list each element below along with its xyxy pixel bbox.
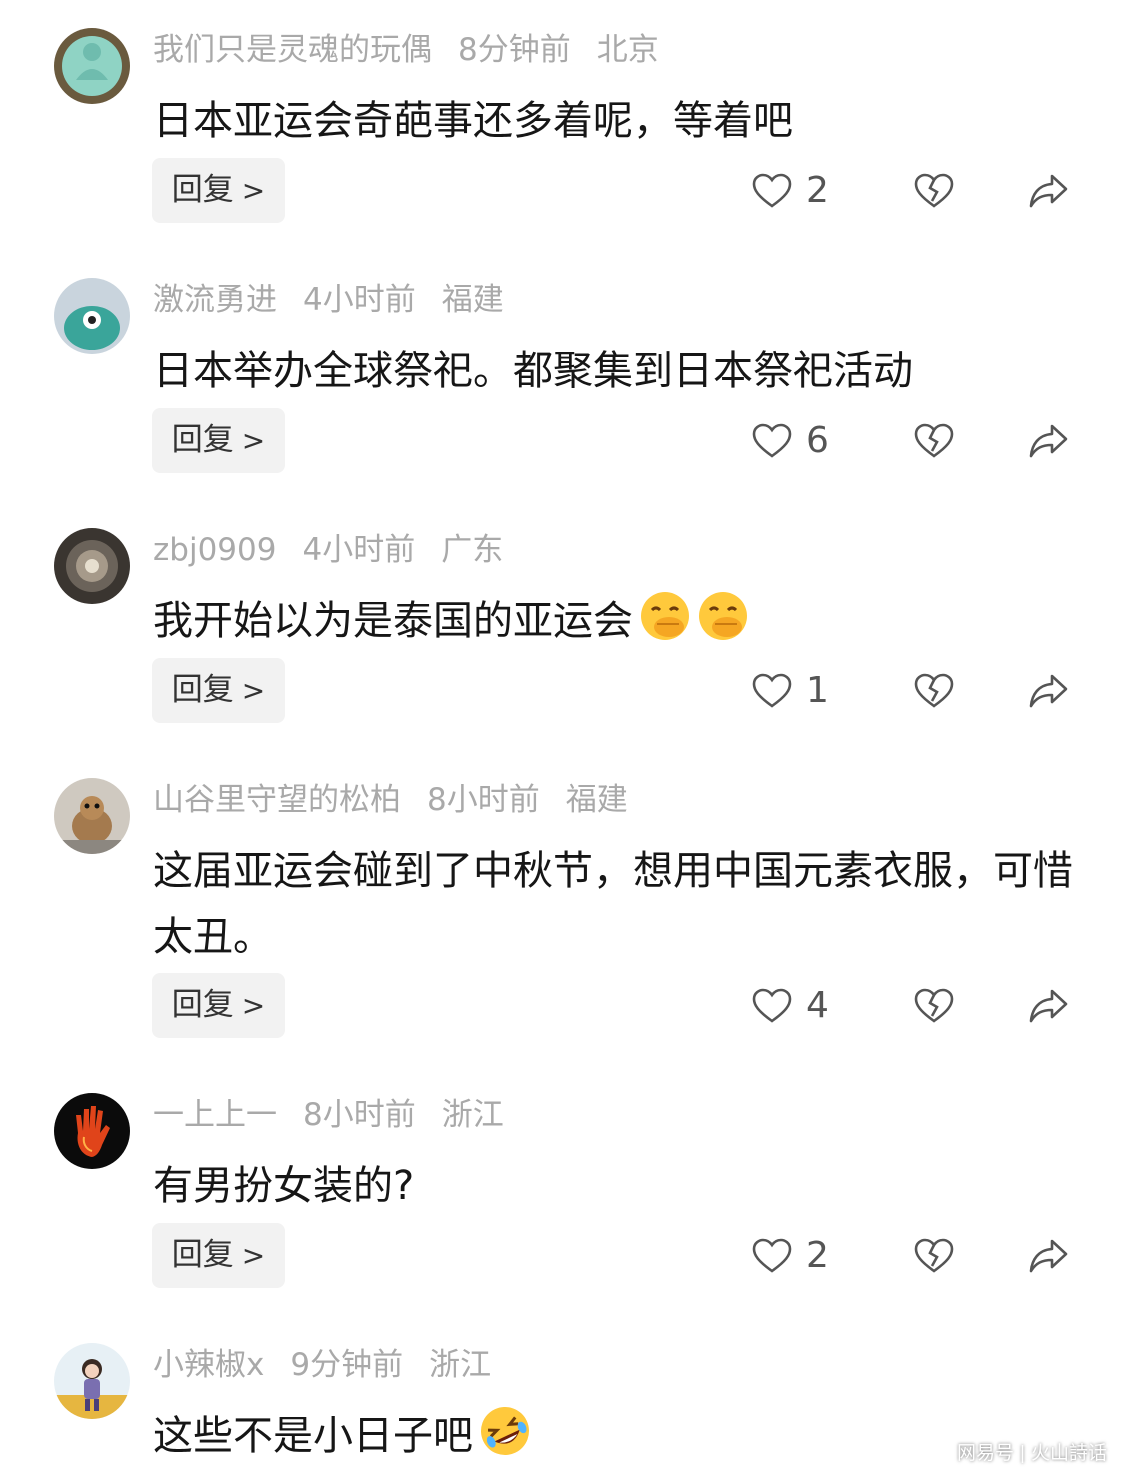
like-count: 1 <box>806 670 829 711</box>
share-icon <box>1029 989 1068 1022</box>
dislike-button[interactable] <box>914 158 954 223</box>
reply-button[interactable]: 回复 > <box>152 1223 285 1288</box>
share-icon <box>1029 174 1068 207</box>
timestamp: 9分钟前 <box>290 1347 404 1383</box>
like-button[interactable]: 4 <box>752 973 829 1038</box>
like-count: 2 <box>806 1235 829 1276</box>
avatar[interactable] <box>54 1093 130 1169</box>
heart-icon <box>752 988 792 1023</box>
comment-meta: zbj0909 4小时前 广东 <box>153 530 529 570</box>
like-count: 6 <box>806 420 829 461</box>
watermark: 网易号 | 火山詩话 <box>957 1443 1107 1464</box>
comment-meta: 小辣椒x 9分钟前 浙江 <box>153 1345 517 1385</box>
timestamp: 8小时前 <box>303 1097 416 1133</box>
comment-meta: 我们只是灵魂的玩偶 8分钟前 北京 <box>153 30 685 70</box>
like-count: 4 <box>806 985 829 1026</box>
broken-heart-icon <box>914 1238 954 1273</box>
location: 福建 <box>441 282 504 318</box>
dislike-button[interactable] <box>914 408 954 473</box>
dislike-button[interactable] <box>914 658 954 723</box>
timestamp: 8分钟前 <box>458 32 571 68</box>
comment-text: 这些不是小日子吧 <box>153 1403 1073 1469</box>
location: 福建 <box>565 782 628 818</box>
username[interactable]: zbj0909 <box>153 532 276 568</box>
chevron-right-icon: > <box>241 1239 266 1272</box>
broken-heart-icon <box>914 173 954 208</box>
heart-icon <box>752 173 792 208</box>
reply-button[interactable]: 回复 > <box>152 408 285 473</box>
timestamp: 4小时前 <box>303 282 416 318</box>
broken-heart-icon <box>914 988 954 1023</box>
location: 浙江 <box>429 1347 492 1383</box>
like-button[interactable]: 2 <box>752 158 829 223</box>
avatar[interactable] <box>54 528 130 604</box>
username[interactable]: 小辣椒x <box>153 1347 264 1383</box>
like-button[interactable]: 1 <box>752 658 829 723</box>
share-button[interactable] <box>1028 408 1068 473</box>
location: 广东 <box>441 532 504 568</box>
reply-button[interactable]: 回复 > <box>152 658 285 723</box>
share-icon <box>1029 1239 1068 1272</box>
broken-heart-icon <box>914 673 954 708</box>
like-button[interactable]: 6 <box>752 408 829 473</box>
like-count: 2 <box>806 170 829 211</box>
heart-icon <box>752 673 792 708</box>
face-with-hand-over-mouth-icon <box>639 590 691 642</box>
share-button[interactable] <box>1028 1223 1068 1288</box>
comment-meta: 一上上一 8小时前 浙江 <box>153 1095 530 1135</box>
avatar[interactable] <box>54 278 130 354</box>
broken-heart-icon <box>914 423 954 458</box>
dislike-button[interactable] <box>914 973 954 1038</box>
location: 北京 <box>596 32 659 68</box>
username[interactable]: 激流勇进 <box>153 282 277 318</box>
avatar[interactable] <box>54 28 130 104</box>
timestamp: 4小时前 <box>302 532 416 568</box>
avatar[interactable] <box>54 1343 130 1419</box>
username[interactable]: 山谷里守望的松柏 <box>153 782 401 818</box>
avatar[interactable] <box>54 778 130 854</box>
comment-text: 日本亚运会奇葩事还多着呢，等着吧 <box>153 98 793 144</box>
comment-text: 我开始以为是泰国的亚运会 <box>153 588 1073 654</box>
chevron-right-icon: > <box>241 989 266 1022</box>
rolling-on-floor-laughing-icon <box>479 1405 531 1457</box>
chevron-right-icon: > <box>241 174 266 207</box>
chevron-right-icon: > <box>241 424 266 457</box>
comment-text: 这届亚运会碰到了中秋节，想用中国元素衣服，可惜太丑。 <box>153 848 1073 960</box>
comment-text: 日本举办全球祭祀。都聚集到日本祭祀活动 <box>153 348 913 394</box>
heart-icon <box>752 1238 792 1273</box>
dislike-button[interactable] <box>914 1223 954 1288</box>
comment-meta: 激流勇进 4小时前 福建 <box>153 280 530 320</box>
share-button[interactable] <box>1028 973 1068 1038</box>
comment-meta: 山谷里守望的松柏 8小时前 福建 <box>153 780 654 820</box>
timestamp: 8小时前 <box>427 782 540 818</box>
share-icon <box>1029 424 1068 457</box>
reply-button[interactable]: 回复 > <box>152 973 285 1038</box>
location: 浙江 <box>441 1097 504 1133</box>
chevron-right-icon: > <box>241 674 266 707</box>
share-icon <box>1029 674 1068 707</box>
share-button[interactable] <box>1028 158 1068 223</box>
like-button[interactable]: 2 <box>752 1223 829 1288</box>
heart-icon <box>752 423 792 458</box>
reply-button[interactable]: 回复 > <box>152 158 285 223</box>
share-button[interactable] <box>1028 658 1068 723</box>
comment-text: 有男扮女装的? <box>153 1163 415 1209</box>
username[interactable]: 我们只是灵魂的玩偶 <box>153 32 432 68</box>
username[interactable]: 一上上一 <box>153 1097 277 1133</box>
face-with-hand-over-mouth-icon <box>697 590 749 642</box>
